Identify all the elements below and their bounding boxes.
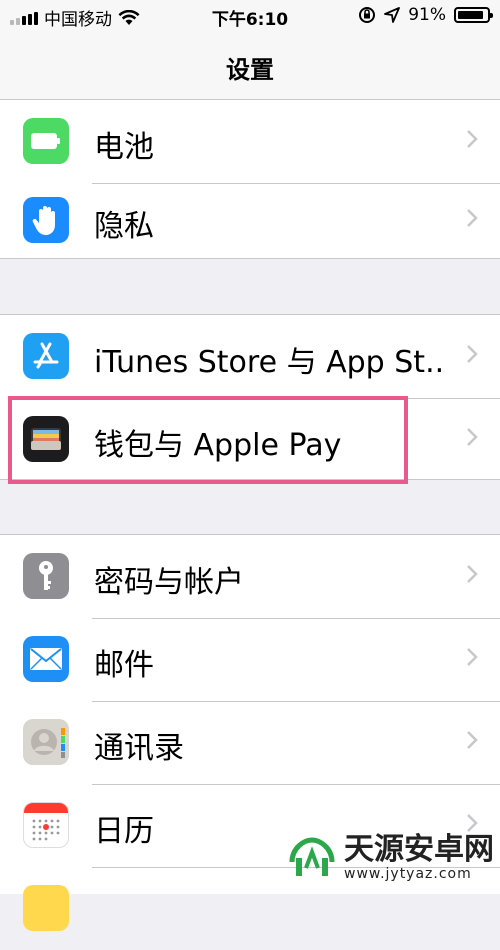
settings-row-label: iTunes Store 与 App St... [94, 345, 444, 380]
chevron-right-icon [467, 814, 478, 832]
notes-icon [23, 885, 69, 931]
watermark-url: www.jytyaz.com [344, 866, 472, 882]
chevron-right-icon [467, 648, 478, 666]
battery-percent: 91% [408, 5, 446, 25]
settings-row-passwords-accounts[interactable]: 密码与帐户 [0, 535, 500, 618]
settings-row-privacy[interactable]: 隐私 [0, 183, 500, 259]
settings-row-label: 钱包与 Apple Pay [94, 428, 342, 463]
watermark: 天源安卓网 www.jytyaz.com [286, 832, 494, 884]
location-icon [384, 7, 401, 23]
settings-row-label: 电池 [94, 130, 154, 165]
app-store-icon [23, 333, 69, 379]
watermark-logo-icon [289, 837, 335, 876]
navigation-bar: 设置 [0, 32, 500, 100]
chevron-right-icon [467, 731, 478, 749]
settings-row-label: 通讯录 [94, 731, 184, 766]
orientation-lock-icon [359, 7, 376, 23]
wallet-icon [23, 416, 69, 462]
page-title: 设置 [226, 56, 274, 84]
settings-group-2: iTunes Store 与 App St... 钱包与 Apple Pay [0, 314, 500, 480]
settings-row-itunes-app-store[interactable]: iTunes Store 与 App St... [0, 315, 500, 398]
privacy-hand-icon [23, 197, 69, 243]
key-icon [23, 553, 69, 599]
settings-row-label: 日历 [94, 814, 154, 849]
chevron-right-icon [467, 209, 478, 227]
mail-icon [23, 636, 69, 682]
calendar-icon [23, 802, 69, 848]
chevron-right-icon [467, 345, 478, 363]
settings-row-label: 邮件 [94, 648, 154, 683]
settings-row-contacts[interactable]: 通讯录 [0, 701, 500, 784]
contacts-icon [23, 719, 69, 765]
status-bar: 中国移动 下午6:10 91% [0, 0, 500, 32]
watermark-name: 天源安卓网 [344, 832, 494, 867]
settings-group-1: 电池 隐私 [0, 100, 500, 259]
chevron-right-icon [467, 565, 478, 583]
battery-app-icon [23, 118, 69, 164]
settings-row-battery[interactable]: 电池 [0, 100, 500, 183]
chevron-right-icon [467, 428, 478, 446]
chevron-right-icon [467, 130, 478, 148]
settings-row-label: 隐私 [94, 209, 154, 244]
battery-icon [454, 7, 493, 23]
settings-row-mail[interactable]: 邮件 [0, 618, 500, 701]
settings-row-wallet-apple-pay[interactable]: 钱包与 Apple Pay [0, 398, 500, 481]
settings-row-label: 密码与帐户 [94, 565, 244, 600]
